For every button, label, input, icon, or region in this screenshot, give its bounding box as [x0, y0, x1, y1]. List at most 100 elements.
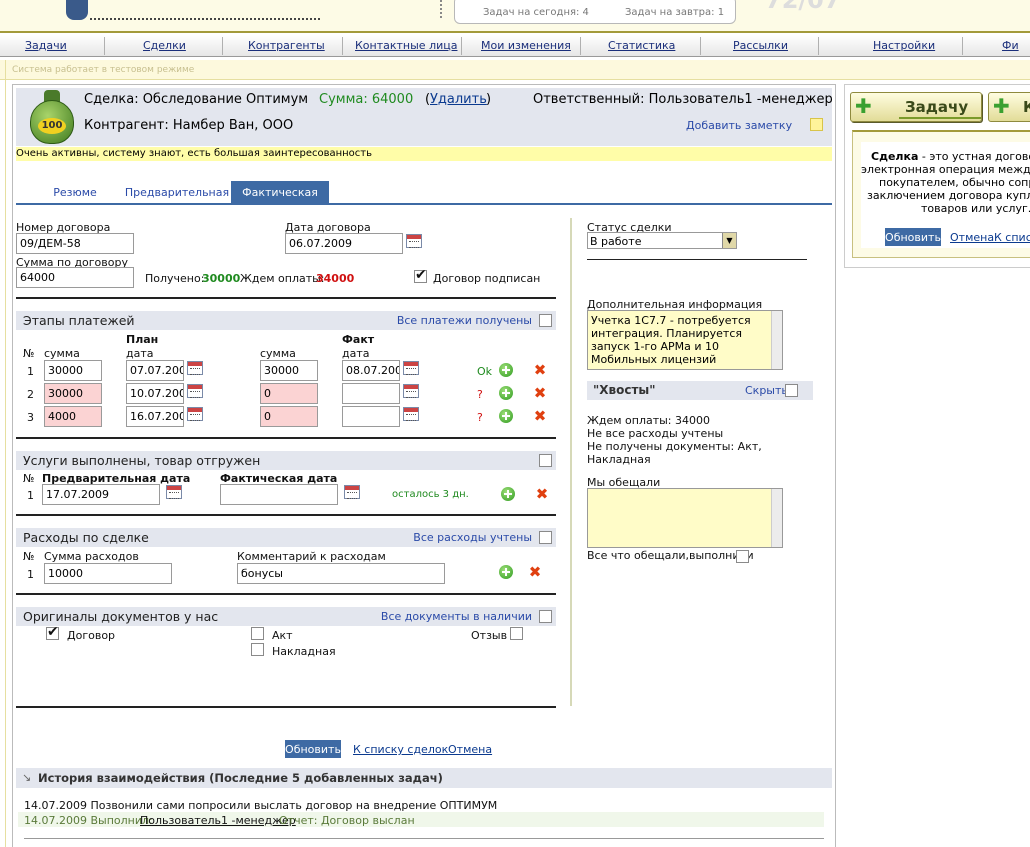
plus-icon: ✚ — [855, 94, 872, 118]
calendar-icon[interactable] — [187, 384, 203, 398]
tab-preliminary[interactable]: Предварительная — [124, 181, 230, 203]
payment-plan-sum[interactable]: 4000 — [44, 406, 102, 427]
doc-review-checkbox[interactable] — [510, 627, 523, 640]
divider — [587, 259, 807, 260]
payment-plan-date[interactable]: 16.07.200 — [126, 406, 184, 427]
deal-sum: Сумма: 64000 — [319, 92, 414, 107]
history-title: История взаимодействия (Последние 5 доба… — [38, 771, 443, 785]
tasks-tomorrow[interactable]: Задач на завтра: 1 — [625, 7, 724, 18]
payment-plan-date[interactable]: 10.07.200 — [126, 383, 184, 404]
payment-plan-sum[interactable]: 30000 — [44, 360, 102, 381]
payment-fact-date[interactable] — [342, 406, 400, 427]
status-select[interactable]: В работе ▼ — [587, 232, 737, 249]
chevron-down-icon[interactable]: ▼ — [722, 233, 736, 248]
expense-sum-input[interactable]: 10000 — [44, 563, 172, 584]
add-note-link[interactable]: Добавить заметку — [686, 119, 792, 132]
col-fact-sum: сумма — [260, 347, 296, 360]
all-docs-checkbox[interactable] — [539, 610, 552, 623]
add-icon[interactable] — [499, 565, 513, 579]
payment-fact-sum[interactable]: 30000 — [260, 360, 318, 381]
delete-icon[interactable]: ✖ — [533, 363, 547, 378]
deal-responsible: Ответственный: Пользователь1 -менеджер — [533, 92, 833, 107]
extra-info-textarea[interactable]: Учетка 1С7.7 - потребуется интеграция. П… — [587, 310, 783, 370]
doc-invoice-checkbox[interactable] — [251, 643, 264, 656]
add-icon[interactable] — [499, 409, 513, 423]
tasks-panel: Задач на сегодня: 4 Задач на завтра: 1 — [454, 0, 736, 24]
calendar-icon[interactable] — [166, 485, 182, 499]
scrollbar[interactable] — [771, 489, 782, 547]
add-k-button[interactable]: ✚ К — [988, 92, 1030, 122]
tails-hide-checkbox[interactable] — [785, 384, 798, 397]
nav-separator — [700, 37, 701, 55]
sidebar-cancel-link[interactable]: Отмена — [950, 231, 994, 244]
left-margin-line — [5, 60, 6, 847]
expense-comment-input[interactable]: бонусы — [237, 563, 445, 584]
prelim-date-input[interactable]: 17.07.2009 — [42, 484, 160, 505]
tab-resume[interactable]: Резюме — [40, 181, 110, 203]
to-deals-list-link[interactable]: К списку сделок — [353, 743, 448, 756]
calendar-icon[interactable] — [187, 361, 203, 375]
contract-number-input[interactable]: 09/ДЕМ-58 — [16, 233, 134, 254]
nav-contacts[interactable]: Контактные лица — [355, 39, 457, 52]
calendar-icon[interactable] — [187, 407, 203, 421]
all-payments-checkbox[interactable] — [539, 314, 552, 327]
update-button[interactable]: Обновить — [285, 740, 341, 758]
payment-status: Ok — [477, 365, 493, 378]
divider — [24, 838, 824, 839]
tails-hide-label[interactable]: Скрыть — [745, 384, 788, 397]
delete-deal-link[interactable]: Удалить — [430, 92, 487, 107]
scrollbar[interactable] — [771, 311, 782, 369]
nav-tasks[interactable]: Задачи — [25, 39, 67, 52]
payment-fact-date[interactable]: 08.07.200 — [342, 360, 400, 381]
add-icon[interactable] — [499, 363, 513, 377]
history-user-link[interactable]: Пользователь1 -менеджер — [140, 814, 296, 827]
calendar-icon[interactable] — [403, 407, 419, 421]
tails-line: Ждем оплаты: 34000 — [587, 414, 710, 427]
tasks-today[interactable]: Задач на сегодня: 4 — [483, 7, 589, 18]
delete-icon[interactable]: ✖ — [533, 386, 547, 401]
sidebar-update-button[interactable]: Обновить — [885, 228, 941, 246]
add-icon[interactable] — [501, 487, 515, 501]
extra-info-text: Учетка 1С7.7 - потребуется интеграция. П… — [591, 314, 751, 366]
payment-fact-date[interactable] — [342, 383, 400, 404]
signed-checkbox[interactable] — [414, 267, 427, 283]
payment-plan-sum[interactable]: 30000 — [44, 383, 102, 404]
promised-textarea[interactable] — [587, 488, 783, 548]
tab-actual[interactable]: Фактическая — [231, 181, 329, 203]
received-label: Получено: — [145, 272, 205, 285]
expenses-col-num: № — [23, 550, 35, 563]
delete-icon[interactable]: ✖ — [528, 565, 542, 580]
actual-date-input[interactable] — [220, 484, 338, 505]
doc-contract-checkbox[interactable] — [46, 624, 59, 640]
calendar-icon[interactable] — [403, 361, 419, 375]
divider — [16, 297, 556, 299]
nav-deals[interactable]: Сделки — [143, 39, 186, 52]
doc-act-checkbox[interactable] — [251, 627, 264, 640]
note-icon[interactable] — [810, 118, 823, 131]
services-checkbox[interactable] — [539, 454, 552, 467]
calendar-icon[interactable] — [403, 384, 419, 398]
contract-sum-input[interactable]: 64000 — [16, 267, 134, 288]
cancel-link[interactable]: Отмена — [448, 743, 492, 756]
nav-my-changes[interactable]: Мои изменения — [481, 39, 571, 52]
payment-plan-date[interactable]: 07.07.200 — [126, 360, 184, 381]
nav-statistics[interactable]: Статистика — [608, 39, 675, 52]
delete-icon[interactable]: ✖ — [535, 487, 549, 502]
nav-mailings[interactable]: Рассылки — [733, 39, 788, 52]
delete-icon[interactable]: ✖ — [533, 409, 547, 424]
divider — [16, 437, 556, 439]
add-icon[interactable] — [499, 386, 513, 400]
add-task-button[interactable]: ✚ Задачу — [850, 92, 982, 122]
payment-fact-sum[interactable]: 0 — [260, 406, 318, 427]
calendar-icon[interactable] — [406, 234, 422, 248]
payment-fact-sum[interactable]: 0 — [260, 383, 318, 404]
header-big-number: 72/07 — [765, 0, 841, 14]
nav-more[interactable]: Фи — [1002, 39, 1019, 52]
all-expenses-checkbox[interactable] — [539, 531, 552, 544]
promised-done-checkbox[interactable] — [736, 550, 749, 563]
nav-settings[interactable]: Настройки — [873, 39, 935, 52]
sidebar-to-list-link[interactable]: К списк — [994, 231, 1030, 244]
nav-counterparties[interactable]: Контрагенты — [248, 39, 325, 52]
contract-date-input[interactable]: 06.07.2009 — [285, 233, 403, 254]
calendar-icon[interactable] — [344, 485, 360, 499]
